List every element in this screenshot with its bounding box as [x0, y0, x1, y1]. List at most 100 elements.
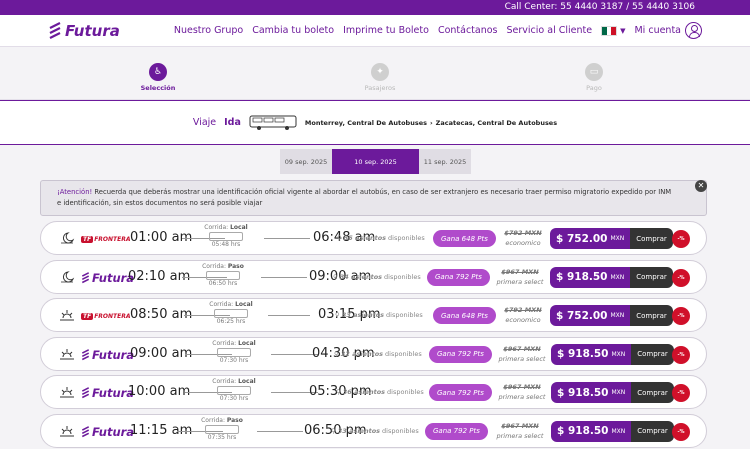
nav-servicio-cliente[interactable]: Servicio al Cliente — [507, 25, 593, 36]
duration: 05:48 hrs — [211, 241, 241, 248]
duration: 06:25 hrs — [216, 318, 246, 325]
old-price: $792 MXN economico — [494, 228, 552, 248]
date-prev[interactable]: 09 sep. 2025 — [280, 149, 332, 174]
sunrise-icon — [60, 425, 74, 436]
old-price: $792 MXN economico — [494, 305, 552, 325]
buy-button[interactable]: Comprar — [630, 266, 673, 288]
futura-logo: Futura — [81, 425, 134, 439]
points-badge: Gana 792 Pts — [427, 268, 490, 286]
timeline-line — [257, 430, 303, 432]
currency: MXN — [611, 389, 626, 396]
date-next[interactable]: 11 sep. 2025 — [419, 149, 471, 174]
seat-icon: ⚲ — [331, 426, 336, 435]
seats-available: ⚲ 36 asientos disponibles — [336, 388, 424, 396]
bus-icon — [217, 386, 251, 395]
payment-icon: ▭ — [585, 63, 603, 81]
seat-count: 33 asientos — [341, 311, 385, 319]
seats-available: ⚲ 35 asientos disponibles — [337, 234, 425, 242]
date-current[interactable]: 10 sep. 2025 — [332, 149, 419, 174]
currency: MXN — [610, 273, 625, 281]
discount-badge-icon: -% — [672, 268, 690, 287]
trip-row[interactable]: TF FRONTERA 01:00 am Corrida: Local 05:48… — [40, 221, 707, 255]
brand: Futura — [81, 386, 134, 400]
seats-suffix: disponibles — [388, 234, 425, 242]
service-class: Local — [238, 339, 256, 347]
price: $ 918.50 MXN — [551, 382, 632, 403]
sunrise-icon — [60, 348, 74, 359]
duration: 07:30 hrs — [219, 395, 249, 402]
price-value: $ 918.50 — [557, 348, 609, 360]
trip-row[interactable]: Futura 09:00 am Corrida: Local 07:30 hrs… — [40, 336, 707, 371]
buy-group: $ 752.00 MXN Comprar — [550, 228, 673, 249]
step-pago: ▭ Pago — [564, 63, 624, 92]
seat-count: 34 asientos — [339, 272, 383, 281]
futura-logo: Futura — [81, 271, 134, 285]
nav-cambia-boleto[interactable]: Cambia tu boleto — [252, 25, 334, 36]
trip-row[interactable]: Futura 10:00 am Corrida: Local 07:30 hrs… — [40, 375, 707, 409]
user-avatar-icon — [685, 22, 702, 39]
brand: Futura — [81, 348, 134, 362]
points-badge: Gana 648 Pts — [433, 230, 496, 247]
bus-icon — [205, 424, 239, 434]
strikethrough-price: $792 MXN — [504, 229, 542, 237]
nav-imprime-boleto[interactable]: Imprime tu Boleto — [343, 25, 429, 36]
buy-button[interactable]: Comprar — [631, 343, 674, 365]
buy-button[interactable]: Comprar — [631, 382, 674, 403]
departure-time: 08:50 am — [130, 307, 193, 322]
seat-icon: ⚲ — [334, 349, 339, 358]
bus-info: Corrida: Local 05:48 hrs — [196, 224, 256, 249]
step-pasajeros: ✦ Pasajeros — [350, 63, 410, 92]
currency: MXN — [610, 312, 625, 319]
trip-row[interactable]: TF FRONTERA 08:50 am Corrida: Local 06:25… — [40, 298, 707, 332]
bus-icon — [249, 115, 297, 130]
buy-button[interactable]: Comprar — [631, 420, 674, 442]
nav-contactanos[interactable]: Contáctanos — [438, 25, 498, 36]
timeline-line — [268, 315, 310, 316]
chevron-right-icon: › — [429, 118, 433, 127]
buy-group: $ 918.50 MXN Comprar — [551, 343, 674, 365]
price: $ 918.50 MXN — [551, 420, 632, 442]
seats-suffix: disponibles — [385, 349, 422, 358]
fare-type: primera select — [496, 431, 544, 440]
bus-info: Corrida: Paso 07:35 hrs — [192, 417, 252, 442]
price-value: $ 752.00 — [556, 232, 608, 245]
points-badge: Gana 792 Pts — [425, 422, 488, 440]
trip-row[interactable]: Futura 02:10 am Corrida: Paso 06:50 hrs … — [40, 259, 707, 294]
futura-logo: Futura — [81, 386, 134, 400]
nav-nuestro-grupo[interactable]: Nuestro Grupo — [174, 25, 243, 36]
price-value: $ 752.00 — [556, 309, 608, 322]
brand-text: FRONTERA — [94, 312, 131, 320]
seat-count: 36 asientos — [342, 388, 386, 396]
destination: Zacatecas, Central De Autobuses — [435, 118, 558, 127]
futura-logo[interactable]: Futura — [48, 22, 120, 40]
fare-type: primera select — [498, 393, 546, 401]
seat-icon: ⚲ — [333, 272, 338, 281]
discount-badge-icon: -% — [672, 345, 690, 364]
step-seleccion: ♿ Selección — [128, 63, 188, 92]
futura-logo-icon — [81, 387, 90, 399]
notice-title: ¡Atención! — [57, 188, 93, 196]
price: $ 752.00 MXN — [550, 305, 631, 326]
trip-row[interactable]: Futura 11:15 am Corrida: Paso 07:35 hrs … — [40, 413, 707, 448]
mexico-flag-icon[interactable] — [601, 25, 618, 36]
price-value: $ 918.50 — [557, 425, 609, 437]
close-icon[interactable]: ✕ — [695, 180, 707, 192]
futura-logo-icon — [49, 21, 61, 39]
account-menu[interactable]: Mi cuenta — [634, 22, 702, 39]
seats-suffix: disponibles — [387, 388, 424, 396]
strikethrough-price: $792 MXN — [504, 306, 542, 314]
chevron-down-icon[interactable]: ▼ — [620, 27, 625, 35]
departure-time: 10:00 am — [128, 384, 191, 399]
seat-count: 32 asientos — [340, 349, 384, 358]
step-label: Pago — [586, 84, 602, 92]
route: Monterrey, Central De Autobuses › Zacate… — [305, 119, 557, 127]
price: $ 752.00 MXN — [550, 228, 631, 249]
strikethrough-price: $967 MXN — [503, 344, 541, 353]
buy-button[interactable]: Comprar — [630, 228, 673, 249]
selection-icon: ♿ — [149, 63, 167, 81]
futura-logo: Futura — [81, 348, 134, 362]
buy-button[interactable]: Comprar — [630, 305, 673, 326]
currency: MXN — [611, 350, 626, 358]
brand: Futura — [81, 271, 134, 285]
departure-time: 09:00 am — [130, 345, 193, 361]
